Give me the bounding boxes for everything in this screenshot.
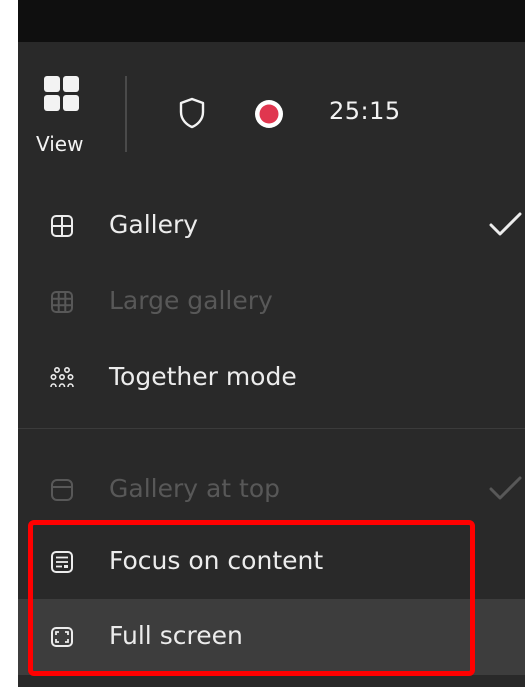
menu-divider xyxy=(18,428,525,429)
checkmark-icon xyxy=(489,476,522,500)
view-grid-icon xyxy=(44,76,79,111)
menu-item-full-screen[interactable]: Full screen xyxy=(18,599,525,675)
people-group-icon xyxy=(50,366,74,388)
view-menu: Gallery Large gallery Together mode Gall… xyxy=(18,170,525,687)
menu-item-label: Gallery xyxy=(109,210,199,239)
title-bar xyxy=(18,0,525,42)
gallery-top-icon xyxy=(51,479,73,501)
menu-item-label: Large gallery xyxy=(109,286,273,315)
focus-content-icon xyxy=(51,551,73,573)
view-button[interactable]: View xyxy=(30,42,102,156)
meeting-toolbar: View 25:15 xyxy=(18,42,525,170)
menu-item-label: Full screen xyxy=(109,621,243,650)
large-grid-icon xyxy=(51,291,73,313)
menu-item-focus-on-content[interactable]: Focus on content xyxy=(18,524,525,600)
menu-item-label: Focus on content xyxy=(109,546,324,575)
checkmark-icon xyxy=(489,212,522,236)
menu-item-together-mode[interactable]: Together mode xyxy=(18,340,525,416)
menu-item-gallery[interactable]: Gallery xyxy=(18,188,525,264)
view-button-label: View xyxy=(36,132,84,156)
grid-icon xyxy=(51,215,73,237)
meeting-window: View 25:15 Gallery Large gallery Togethe… xyxy=(18,0,525,687)
recording-icon[interactable] xyxy=(253,98,285,130)
menu-item-gallery-at-top: Gallery at top xyxy=(18,452,525,528)
menu-item-label: Together mode xyxy=(109,362,297,391)
toolbar-divider xyxy=(125,76,127,152)
fullscreen-icon xyxy=(51,627,73,647)
shield-icon[interactable] xyxy=(178,97,206,129)
menu-item-label: Gallery at top xyxy=(109,474,281,503)
meeting-timer: 25:15 xyxy=(329,97,401,125)
menu-item-large-gallery: Large gallery xyxy=(18,264,525,340)
